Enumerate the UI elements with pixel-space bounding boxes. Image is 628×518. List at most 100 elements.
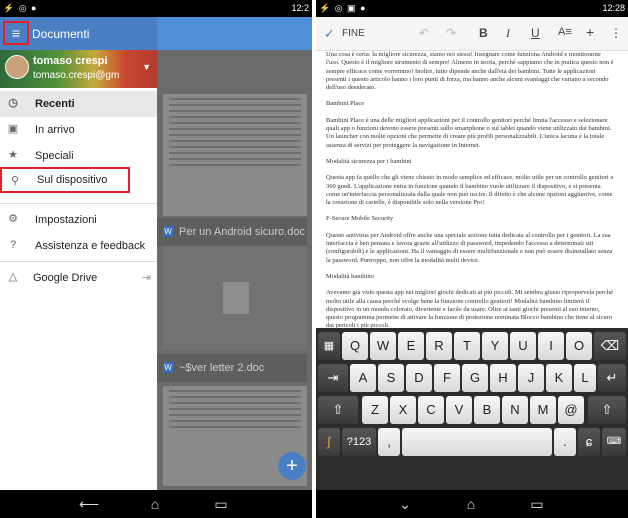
italic-button[interactable]: I [506, 26, 510, 41]
drawer-item-google-drive[interactable]: △ Google Drive ⇥ [0, 265, 157, 291]
key-e[interactable]: E [398, 332, 424, 360]
key-l[interactable]: L [574, 364, 596, 392]
key-o[interactable]: O [566, 332, 592, 360]
heading: Modalità sicurezza per i bambini [326, 157, 412, 165]
account-header[interactable]: tomaso crespi tomaso.crespi@gm ▼ [0, 50, 157, 88]
drawer-item-assistenza[interactable]: ? Assistenza e feedback [0, 233, 157, 259]
insert-plus-icon[interactable]: + [586, 24, 594, 40]
navigation-drawer: ≡ Documenti tomaso crespi tomaso.crespi@… [0, 17, 157, 490]
clock-icon: ◷ [8, 97, 18, 109]
keypad-icon[interactable]: ▦ [318, 332, 340, 360]
hamburger-menu-icon[interactable]: ≡ [3, 21, 29, 45]
status-time: 12:2 [291, 3, 309, 13]
doc-title: Per un Android sicuro.doc [179, 226, 305, 238]
drawer-item-in-arrivo[interactable]: ▣ In arrivo [0, 117, 157, 143]
recents-icon[interactable]: ▭ [208, 496, 234, 512]
key-k[interactable]: K [546, 364, 572, 392]
drawer-item-label: In arrivo [35, 124, 75, 136]
right-phone-screen: ⚡ ◎ ▣ ● 12:28 ✓ FINE ↶ ↷ B I U A≡ + ⋮ Un… [316, 0, 628, 518]
gear-icon: ⚙ [8, 213, 18, 225]
heading: F-Secure Mobile Security [326, 215, 394, 223]
paragraph: Avevamo già visto questa app nei miglior… [326, 289, 614, 328]
paragraph: Questa app fa quello che gli viene chies… [326, 174, 614, 207]
on-screen-keyboard: ▦ Q W E R T Y U I O ⌫ ⇥ A S D F G H J K … [316, 328, 628, 490]
backspace-icon[interactable]: ⌫ [594, 332, 626, 360]
symbols-key[interactable]: ?123 [342, 428, 376, 456]
heading: Modalità bambino [326, 272, 374, 280]
account-switch-caret-icon[interactable]: ▼ [142, 62, 151, 72]
status-bar: ⚡ ◎ ▣ ● 12:28 [316, 0, 628, 17]
add-document-button[interactable]: + [278, 452, 306, 480]
doc-thumbnail-blank[interactable] [163, 246, 307, 350]
key-d[interactable]: D [406, 364, 432, 392]
external-link-icon: ⇥ [141, 272, 151, 284]
drawer-item-sul-dispositivo[interactable]: ⚲ Sul dispositivo [0, 167, 130, 193]
key-c[interactable]: C [418, 396, 444, 424]
key-z[interactable]: Z [362, 396, 388, 424]
shift-right-icon[interactable]: ⇧ [588, 396, 626, 424]
swype-icon[interactable]: ʃ [318, 428, 340, 456]
doc-thumbnail[interactable] [163, 94, 307, 216]
hide-keyboard-icon[interactable]: ⌄ [392, 496, 418, 512]
drawer-item-recenti[interactable]: ◷ Recenti [0, 91, 157, 117]
divider [0, 261, 157, 262]
key-h[interactable]: H [490, 364, 516, 392]
key-j[interactable]: J [518, 364, 544, 392]
editor-toolbar: ✓ FINE ↶ ↷ B I U A≡ + ⋮ [316, 17, 628, 51]
divider [0, 203, 157, 204]
key-u[interactable]: U [510, 332, 536, 360]
key-at[interactable]: @ [558, 396, 584, 424]
done-button[interactable]: FINE [342, 28, 365, 39]
doc-card-title[interactable]: W Per un Android sicuro.doc [157, 218, 307, 246]
key-b[interactable]: B [474, 396, 500, 424]
back-icon[interactable]: ⟵ [76, 496, 102, 512]
redo-icon[interactable]: ↷ [446, 26, 456, 40]
key-y[interactable]: Y [482, 332, 508, 360]
key-v[interactable]: V [446, 396, 472, 424]
more-options-icon[interactable]: ⋮ [610, 26, 622, 40]
recents-icon[interactable]: ▭ [524, 496, 550, 512]
pin-icon: ⚲ [10, 175, 20, 187]
document-body[interactable]: Una cosa è certa: la migliore sicurezza,… [316, 51, 628, 328]
text-format-icon[interactable]: A≡ [558, 26, 572, 38]
paragraph: Questo antivirus per Android offre anche… [326, 231, 613, 264]
key-q[interactable]: Q [342, 332, 368, 360]
check-icon[interactable]: ✓ [324, 26, 335, 42]
key-w[interactable]: W [370, 332, 396, 360]
heading: Bambini Place [326, 100, 365, 108]
doc-card-title[interactable]: W ~$ver letter 2.doc [157, 354, 307, 382]
star-icon: ★ [8, 149, 18, 161]
underline-button[interactable]: U [531, 26, 540, 40]
navigation-bar: ⟵ ⌂ ▭ [0, 490, 312, 518]
enter-icon[interactable]: ↵ [598, 364, 626, 392]
drawer-item-impostazioni[interactable]: ⚙ Impostazioni [0, 207, 157, 233]
home-icon[interactable]: ⌂ [142, 496, 168, 512]
avatar [5, 55, 29, 79]
bold-button[interactable]: B [479, 26, 488, 40]
home-icon[interactable]: ⌂ [458, 496, 484, 512]
language-icon[interactable]: ɕ [578, 428, 600, 456]
shift-icon[interactable]: ⇧ [318, 396, 358, 424]
help-icon: ? [9, 239, 17, 251]
drawer-item-speciali[interactable]: ★ Speciali [0, 143, 157, 169]
space-bar[interactable] [402, 428, 552, 456]
key-t[interactable]: T [454, 332, 480, 360]
key-n[interactable]: N [502, 396, 528, 424]
navigation-bar: ⌄ ⌂ ▭ [316, 490, 628, 518]
key-m[interactable]: M [530, 396, 556, 424]
key-comma[interactable]: , [378, 428, 400, 456]
drawer-item-label: Sul dispositivo [37, 174, 108, 186]
key-s[interactable]: S [378, 364, 404, 392]
key-f[interactable]: F [434, 364, 460, 392]
file-icon [223, 282, 249, 314]
undo-icon[interactable]: ↶ [419, 26, 429, 40]
key-a[interactable]: A [350, 364, 376, 392]
key-x[interactable]: X [390, 396, 416, 424]
key-period[interactable]: . [554, 428, 576, 456]
key-r[interactable]: R [426, 332, 452, 360]
key-i[interactable]: I [538, 332, 564, 360]
key-g[interactable]: G [462, 364, 488, 392]
keyboard-settings-icon[interactable]: ⌨ [602, 428, 626, 456]
word-doc-icon: W [163, 226, 173, 237]
tab-icon[interactable]: ⇥ [318, 364, 348, 392]
